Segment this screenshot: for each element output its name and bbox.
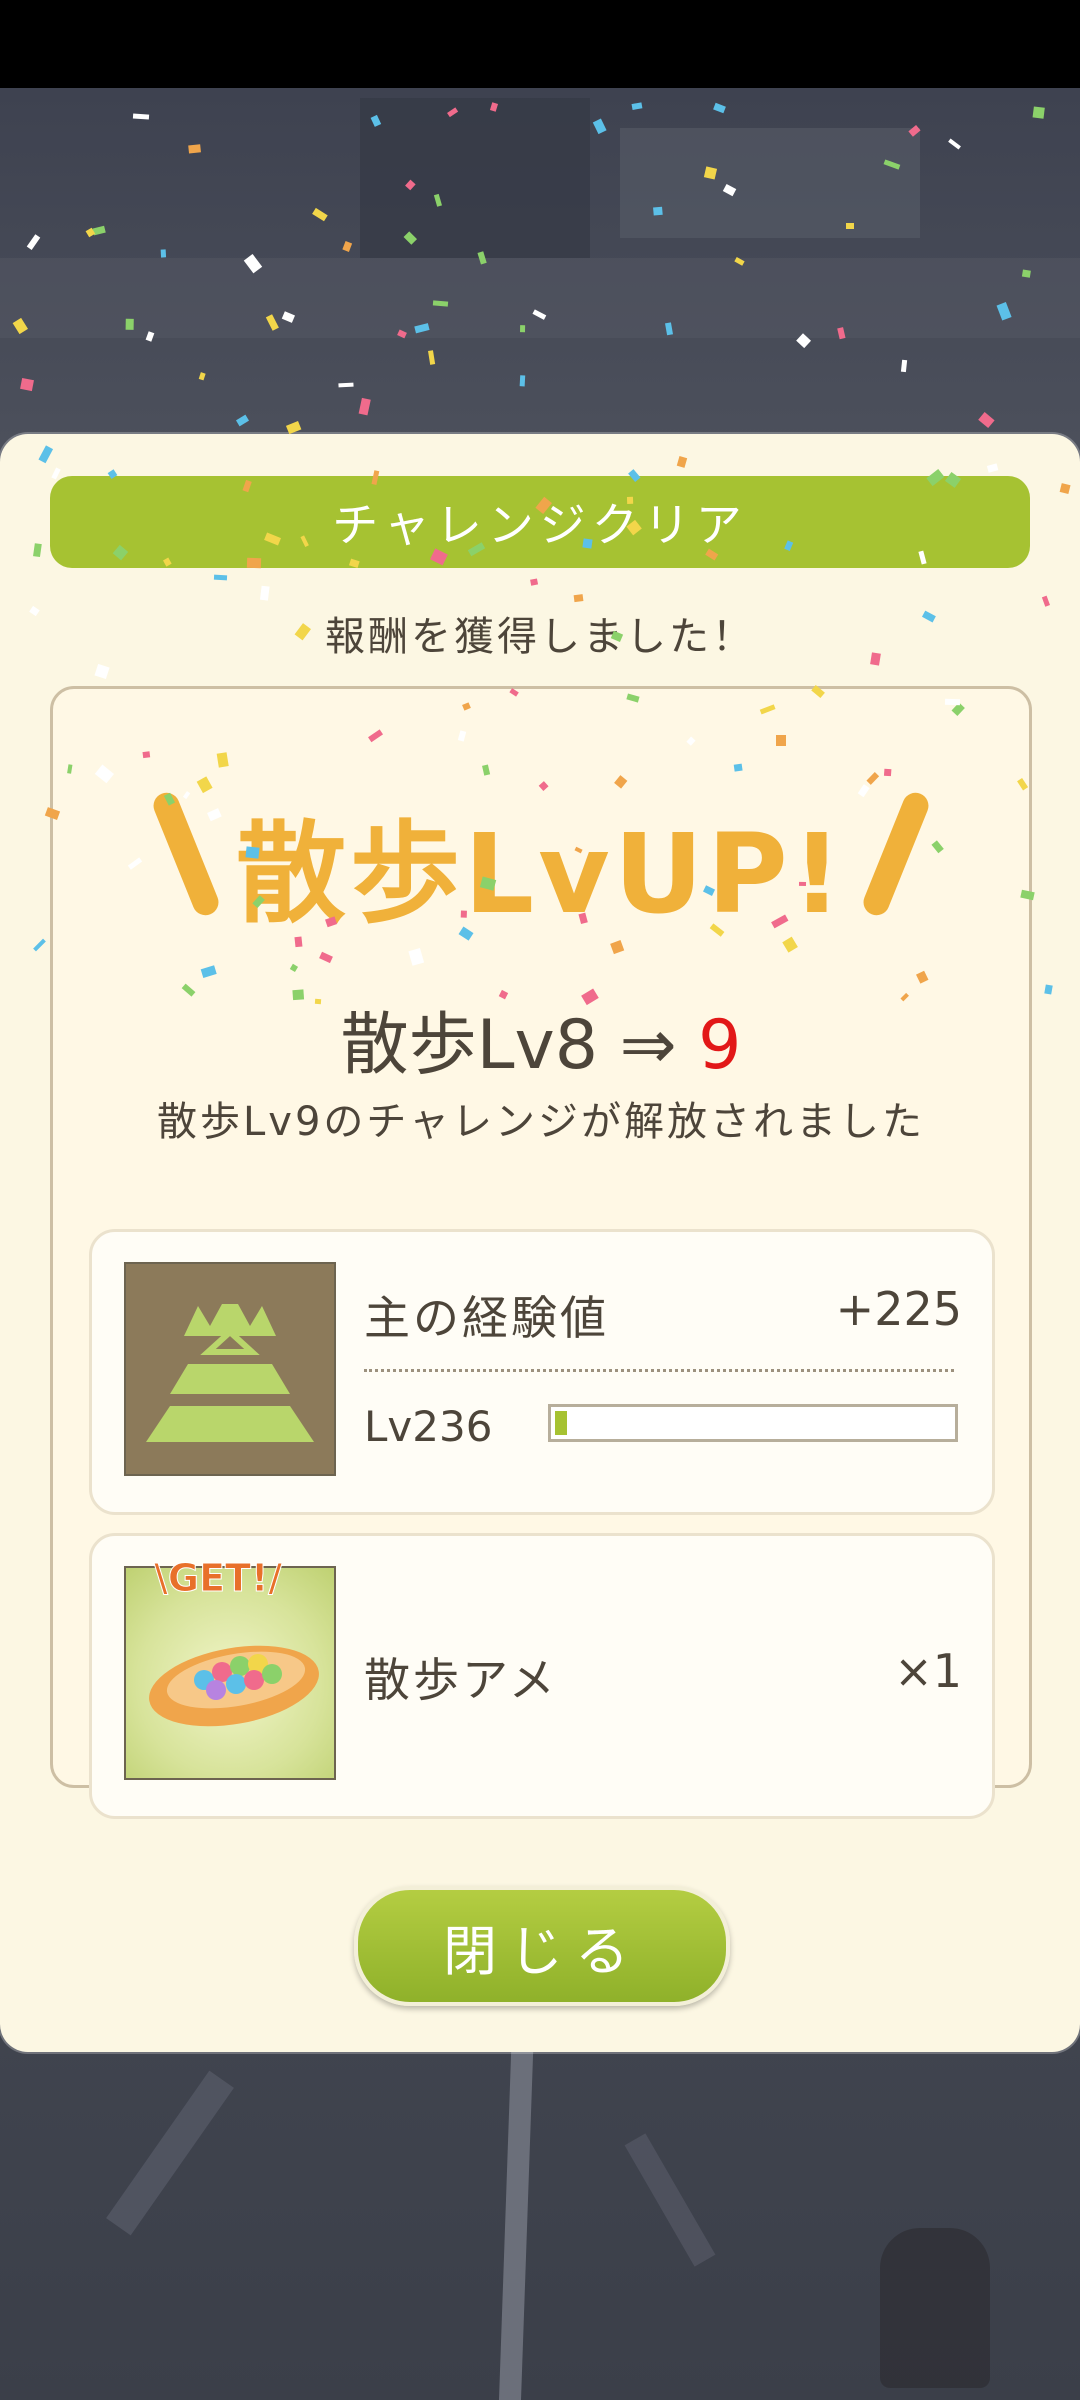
confetti-piece [798, 881, 807, 887]
confetti-piece [292, 989, 304, 1000]
background-building [360, 98, 590, 258]
new-level: 9 [698, 1006, 742, 1085]
player-level: Lv236 [364, 1402, 493, 1451]
background-building [620, 128, 920, 238]
background-road [106, 2070, 234, 2236]
divider [364, 1369, 954, 1372]
reward-name: 主の経験値 [364, 1291, 609, 1345]
confetti-piece [845, 222, 855, 230]
status-bar [0, 0, 1080, 88]
confetti-piece [519, 324, 525, 332]
exp-progress-bar [548, 1404, 958, 1442]
reward-subtitle: 報酬を獲得しました！ [325, 614, 755, 660]
close-button[interactable]: 閉じる [354, 1886, 730, 2006]
exp-progress-fill [555, 1411, 567, 1435]
confetti-piece [776, 735, 787, 747]
confetti-piece [626, 496, 633, 504]
confetti-piece [460, 910, 468, 919]
confetti-piece [573, 593, 584, 603]
level-change-prefix: 散歩Lv8 ⇒ [340, 1006, 699, 1085]
reward-name: 散歩アメ [364, 1653, 558, 1707]
castle-icon [124, 1262, 336, 1476]
confetti-piece [245, 846, 260, 860]
confetti-piece [883, 768, 892, 777]
confetti-piece [433, 300, 449, 307]
confetti-piece [19, 377, 34, 392]
confetti-piece [143, 751, 151, 758]
confetti-piece [733, 762, 743, 772]
confetti-piece [124, 318, 134, 330]
confetti-piece [703, 166, 718, 180]
confetti-piece [259, 585, 270, 601]
confetti-piece [653, 206, 663, 216]
confetti-piece [294, 936, 303, 948]
get-badge: \GET!/ [153, 1556, 283, 1601]
confetti-piece [216, 752, 229, 768]
confetti-piece [132, 113, 149, 120]
confetti-piece [213, 574, 228, 581]
confetti-piece [582, 538, 593, 549]
reward-item-exp: 主の経験値 +225 Lv236 [89, 1229, 995, 1515]
confetti-piece [1021, 269, 1031, 279]
confetti-piece [160, 248, 166, 258]
level-change: 散歩Lv8 ⇒ 9 [53, 989, 1029, 1088]
dialog-title: チャレンジクリア [50, 476, 1030, 568]
confetti-piece [247, 558, 262, 569]
confetti-piece [314, 998, 322, 1005]
reward-amount: +225 [835, 1282, 962, 1336]
background-road [498, 2038, 534, 2400]
background-building [0, 258, 1080, 338]
background-figure [880, 2228, 990, 2388]
confetti-piece [188, 144, 201, 154]
confetti-piece [944, 698, 961, 706]
unlock-message: 散歩Lv9のチャレンジが解放されました [156, 1099, 925, 1145]
confetti-piece [519, 375, 525, 387]
reward-panel: 散歩LvUP! 散歩Lv8 ⇒ 9 散歩Lv9のチャレンジが解放されました 主の… [50, 686, 1032, 1819]
reward-amount: ×1 [894, 1644, 962, 1698]
reward-item-candy: \GET!/ 散歩アメ ×1 [89, 1533, 995, 1819]
background-road [624, 2133, 716, 2267]
challenge-clear-dialog: チャレンジクリア 報酬を獲得しました！ 散歩LvUP! 散歩Lv8 ⇒ 9 散歩… [0, 434, 1080, 2052]
confetti-piece [1032, 106, 1046, 119]
